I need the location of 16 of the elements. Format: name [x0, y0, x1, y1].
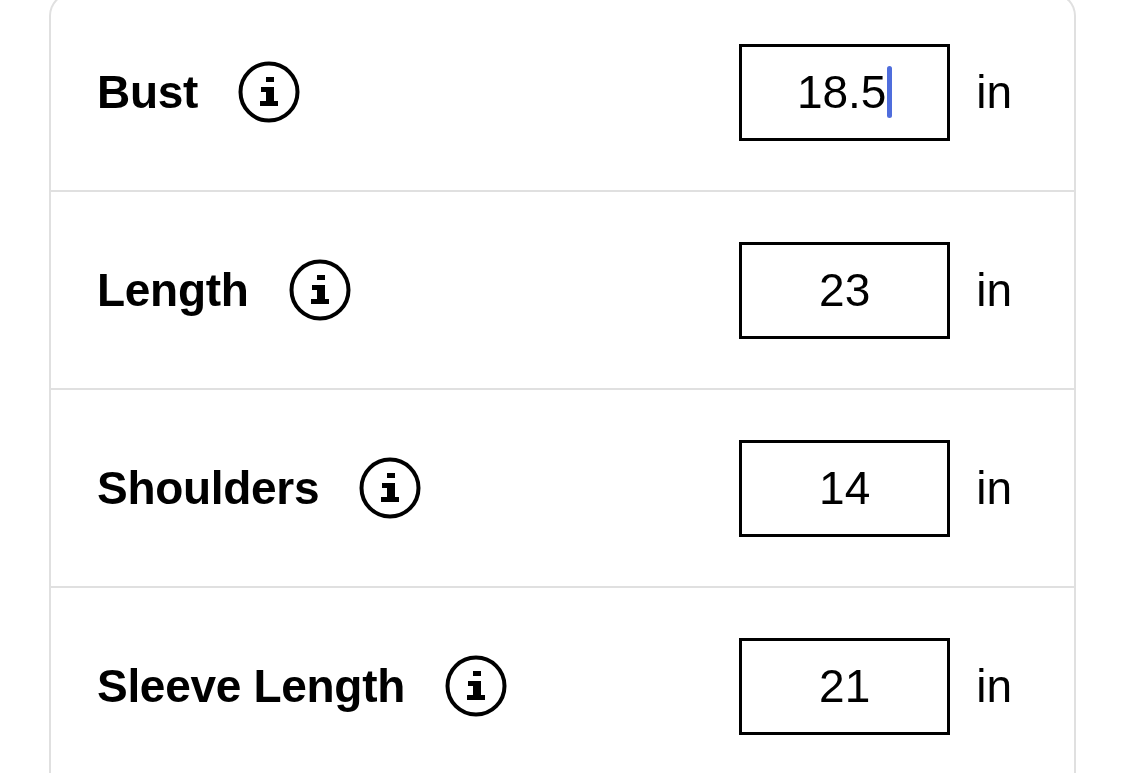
info-icon[interactable]: [288, 259, 351, 321]
info-icon[interactable]: [359, 457, 422, 519]
measurement-label: Length: [97, 263, 249, 317]
unit-label: in: [976, 65, 1012, 119]
measurement-label: Bust: [97, 65, 199, 119]
measurement-label: Shoulders: [97, 461, 320, 515]
input-field[interactable]: 18.5: [739, 43, 951, 141]
measurement-label: Sleeve Length: [97, 659, 405, 713]
info-icon[interactable]: [238, 61, 301, 123]
input-field[interactable]: 23: [739, 241, 951, 339]
unit-label: in: [976, 461, 1012, 515]
input-field[interactable]: 21: [739, 637, 951, 735]
info-icon[interactable]: [445, 655, 507, 717]
unit-label: in: [976, 659, 1012, 713]
input-field[interactable]: 14: [739, 439, 951, 537]
unit-label: in: [976, 263, 1012, 317]
